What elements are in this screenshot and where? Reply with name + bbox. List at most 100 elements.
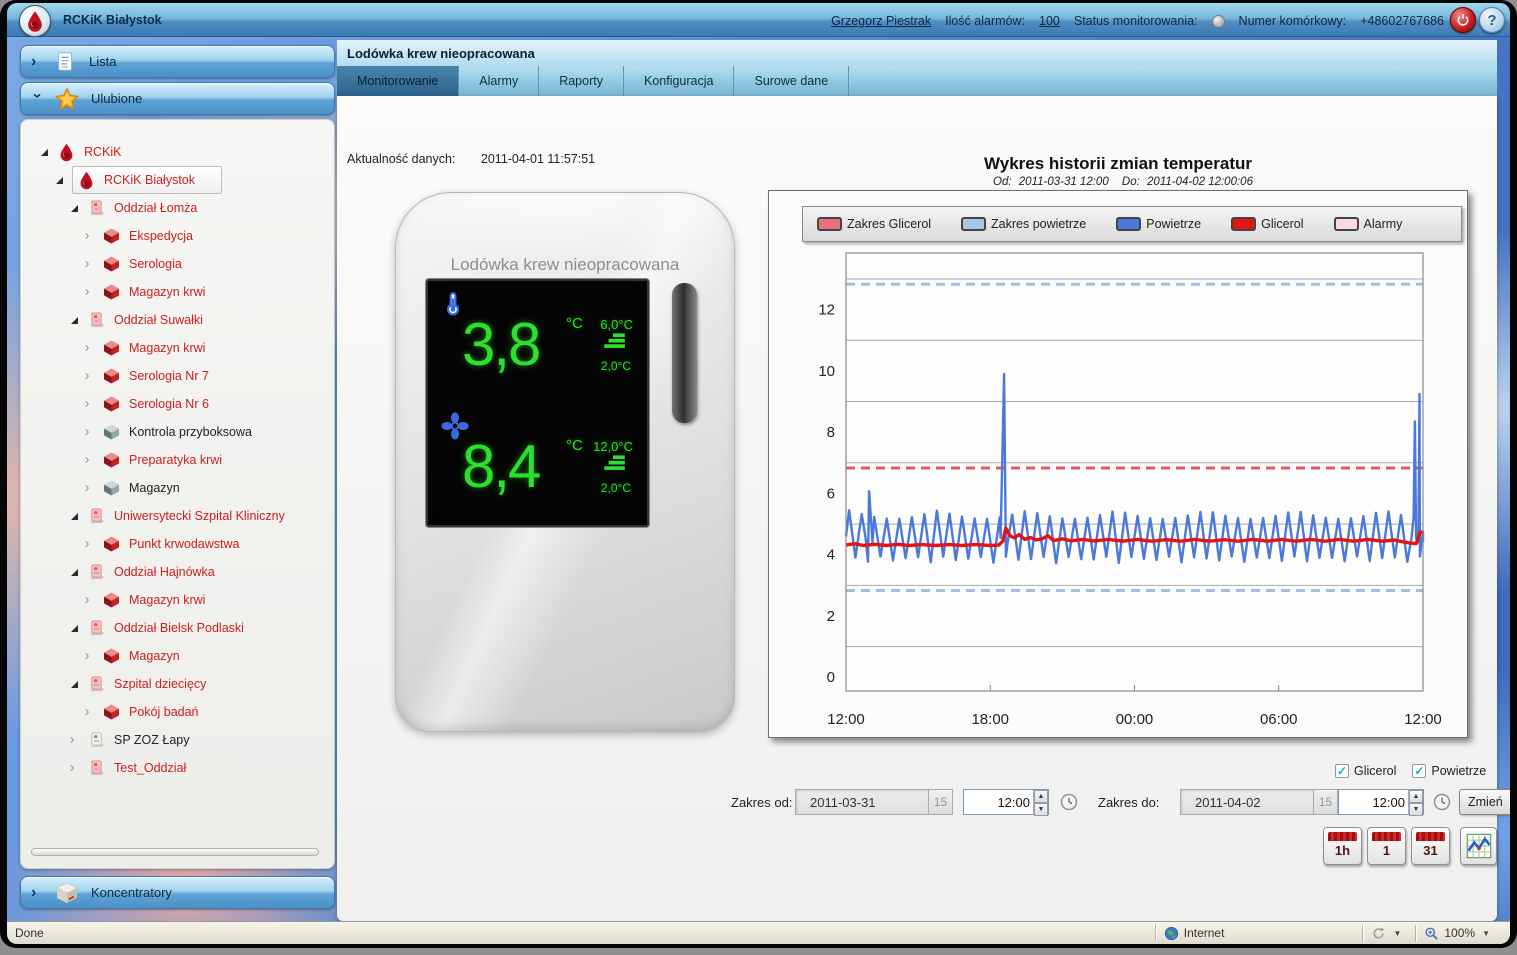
range-1h-button[interactable]: 1h [1323, 827, 1362, 865]
legend-item-alarmy: Alarmy [1334, 217, 1403, 231]
expand-arrow-icon[interactable]: › [80, 483, 94, 493]
expand-arrow-icon[interactable]: › [80, 399, 94, 409]
svg-text:12: 12 [818, 302, 835, 319]
tab-strip: MonitorowanieAlarmyRaportyKonfiguracjaSu… [337, 66, 1497, 96]
collapse-arrow-icon[interactable] [65, 621, 79, 635]
range-to-label: Zakres do: [1098, 795, 1159, 810]
range-to-time-input[interactable]: 12:00 ▲▼ [1338, 789, 1424, 815]
collapse-arrow-icon[interactable] [65, 677, 79, 691]
collapse-arrow-icon[interactable] [65, 565, 79, 579]
content-panel: Aktualność danych: 2011-04-01 11:57:51 L… [337, 96, 1497, 921]
tree-item-test-oddział[interactable]: ›Test_Oddział [25, 754, 330, 782]
spinner-down-button[interactable]: ▼ [1034, 803, 1048, 816]
tree-item-kontrola-przyboksowa[interactable]: ›Kontrola przyboksowa [25, 418, 330, 446]
spinner-down-button[interactable]: ▼ [1409, 803, 1423, 816]
help-button[interactable]: ? [1479, 7, 1505, 33]
expand-arrow-icon[interactable]: › [65, 735, 79, 745]
tree-item-rckik[interactable]: RCKiK [25, 138, 330, 166]
spinner-up-button[interactable]: ▲ [1034, 790, 1048, 803]
tree-item-sp-zoz-łapy[interactable]: ›SP ZOZ Łapy [25, 726, 330, 754]
expand-arrow-icon[interactable]: › [80, 343, 94, 353]
tree-item-label: Magazyn krwi [129, 593, 205, 607]
sidebar-panel-lista[interactable]: › Lista [20, 45, 335, 78]
tree-item-rckik-białystok[interactable]: RCKiK Białystok [25, 166, 330, 194]
range-1day-button[interactable]: 1 [1367, 827, 1406, 865]
apply-range-button[interactable]: Zmień [1459, 789, 1510, 815]
refresh-icon [1371, 926, 1386, 941]
tree-item-magazyn-krwi[interactable]: › Magazyn krwi [25, 586, 330, 614]
alarms-count-link[interactable]: 100 [1039, 14, 1060, 28]
clock-icon[interactable] [1060, 793, 1078, 811]
clock-icon[interactable] [1433, 793, 1451, 811]
legend-label: Zakres Glicerol [847, 217, 931, 231]
collapse-arrow-icon[interactable] [50, 173, 64, 187]
tab-alarmy[interactable]: Alarmy [459, 66, 539, 96]
refresh-chart-button[interactable] [1460, 827, 1497, 865]
expand-arrow-icon[interactable]: › [80, 707, 94, 717]
tree-item-uniwersytecki-szpital-kliniczny[interactable]: Uniwersytecki Szpital Kliniczny [25, 502, 330, 530]
range-from-time-input[interactable]: 12:00 ▲▼ [963, 789, 1049, 815]
sidebar-panel-ulubione[interactable]: › Ulubione [20, 82, 335, 115]
expand-arrow-icon[interactable]: › [80, 539, 94, 549]
expand-arrow-icon[interactable]: › [80, 595, 94, 605]
range-to-date-input[interactable]: 2011-04-02 [1180, 789, 1314, 815]
tree-item-ekspedycja[interactable]: › Ekspedycja [25, 222, 330, 250]
horizontal-scrollbar[interactable] [31, 848, 319, 856]
range-31days-button[interactable]: 31 [1411, 827, 1450, 865]
collapse-arrow-icon[interactable] [35, 145, 49, 159]
collapse-arrow-icon[interactable] [65, 313, 79, 327]
tree-item-oddział-bielsk-podlaski[interactable]: Oddział Bielsk Podlaski [25, 614, 330, 642]
range-to-calendar-button[interactable]: 15 [1313, 789, 1338, 815]
collapse-arrow-icon[interactable] [65, 201, 79, 215]
tree-item-punkt-krwodawstwa[interactable]: ›Punkt krwodawstwa [25, 530, 330, 558]
evaporator-range-max: 12,0°C [593, 439, 633, 454]
expand-arrow-icon[interactable]: › [80, 455, 94, 465]
tree-item-magazyn[interactable]: ›Magazyn [25, 474, 330, 502]
status-tools-button[interactable]: ▼ [1371, 926, 1407, 941]
security-zone[interactable]: Internet [1164, 926, 1225, 941]
range-from-calendar-button[interactable]: 15 [928, 789, 953, 815]
department-icon [87, 730, 106, 750]
tree-item-serologia[interactable]: ›Serologia [25, 250, 330, 278]
zoom-control[interactable]: 100% ▼ [1424, 926, 1496, 941]
tree-item-oddział-łomża[interactable]: Oddział Łomża [25, 194, 330, 222]
glicerol-checkbox[interactable]: ✓ Glicerol [1335, 764, 1396, 778]
tree-item-serologia-nr-6[interactable]: ›Serologia Nr 6 [25, 390, 330, 418]
tree-item-label: Ekspedycja [129, 229, 193, 243]
tab-surowe-dane[interactable]: Surowe dane [734, 66, 849, 96]
tree-item-serologia-nr-7[interactable]: ›Serologia Nr 7 [25, 362, 330, 390]
chevron-right-icon: › [31, 53, 43, 71]
phone-number: +48602767686 [1360, 14, 1444, 28]
tree-item-oddział-suwałki[interactable]: Oddział Suwałki [25, 306, 330, 334]
tree-item-magazyn-krwi[interactable]: ›Magazyn krwi [25, 334, 330, 362]
tree-item-pokój-badań[interactable]: ›Pokój badań [25, 698, 330, 726]
department-icon [87, 198, 106, 218]
tab-konfiguracja[interactable]: Konfiguracja [624, 66, 735, 96]
range-from-date-input[interactable]: 2011-03-31 [795, 789, 929, 815]
range-to-time-value[interactable]: 12:00 [1339, 795, 1408, 810]
range-from-time-value[interactable]: 12:00 [964, 795, 1033, 810]
expand-arrow-icon[interactable]: › [80, 287, 94, 297]
tree-item-magazyn-krwi[interactable]: ›Magazyn krwi [25, 278, 330, 306]
calendar-icon [1416, 832, 1445, 841]
tab-raporty[interactable]: Raporty [539, 66, 624, 96]
tree-item-preparatyka-krwi[interactable]: ›Preparatyka krwi [25, 446, 330, 474]
expand-arrow-icon[interactable]: › [80, 231, 94, 241]
air-temperature-value: 3,8 [462, 315, 539, 375]
collapse-arrow-icon[interactable] [65, 509, 79, 523]
tree-item-magazyn[interactable]: ›Magazyn [25, 642, 330, 670]
dropdown-arrow-icon: ▼ [1393, 929, 1401, 938]
user-link[interactable]: Grzegorz Piestrak [831, 14, 931, 28]
tab-monitorowanie[interactable]: Monitorowanie [337, 66, 459, 96]
expand-arrow-icon[interactable]: › [80, 371, 94, 381]
expand-arrow-icon[interactable]: › [80, 259, 94, 269]
logout-button[interactable] [1450, 7, 1476, 33]
powietrze-checkbox[interactable]: ✓ Powietrze [1412, 764, 1486, 778]
sidebar-panel-koncentratory[interactable]: › Koncentratory [20, 876, 335, 909]
tree-item-szpital-dziecięcy[interactable]: Szpital dziecięcy [25, 670, 330, 698]
spinner-up-button[interactable]: ▲ [1409, 790, 1423, 803]
expand-arrow-icon[interactable]: › [80, 651, 94, 661]
expand-arrow-icon[interactable]: › [65, 763, 79, 773]
tree-item-oddział-hajnówka[interactable]: Oddział Hajnówka [25, 558, 330, 586]
expand-arrow-icon[interactable]: › [80, 427, 94, 437]
